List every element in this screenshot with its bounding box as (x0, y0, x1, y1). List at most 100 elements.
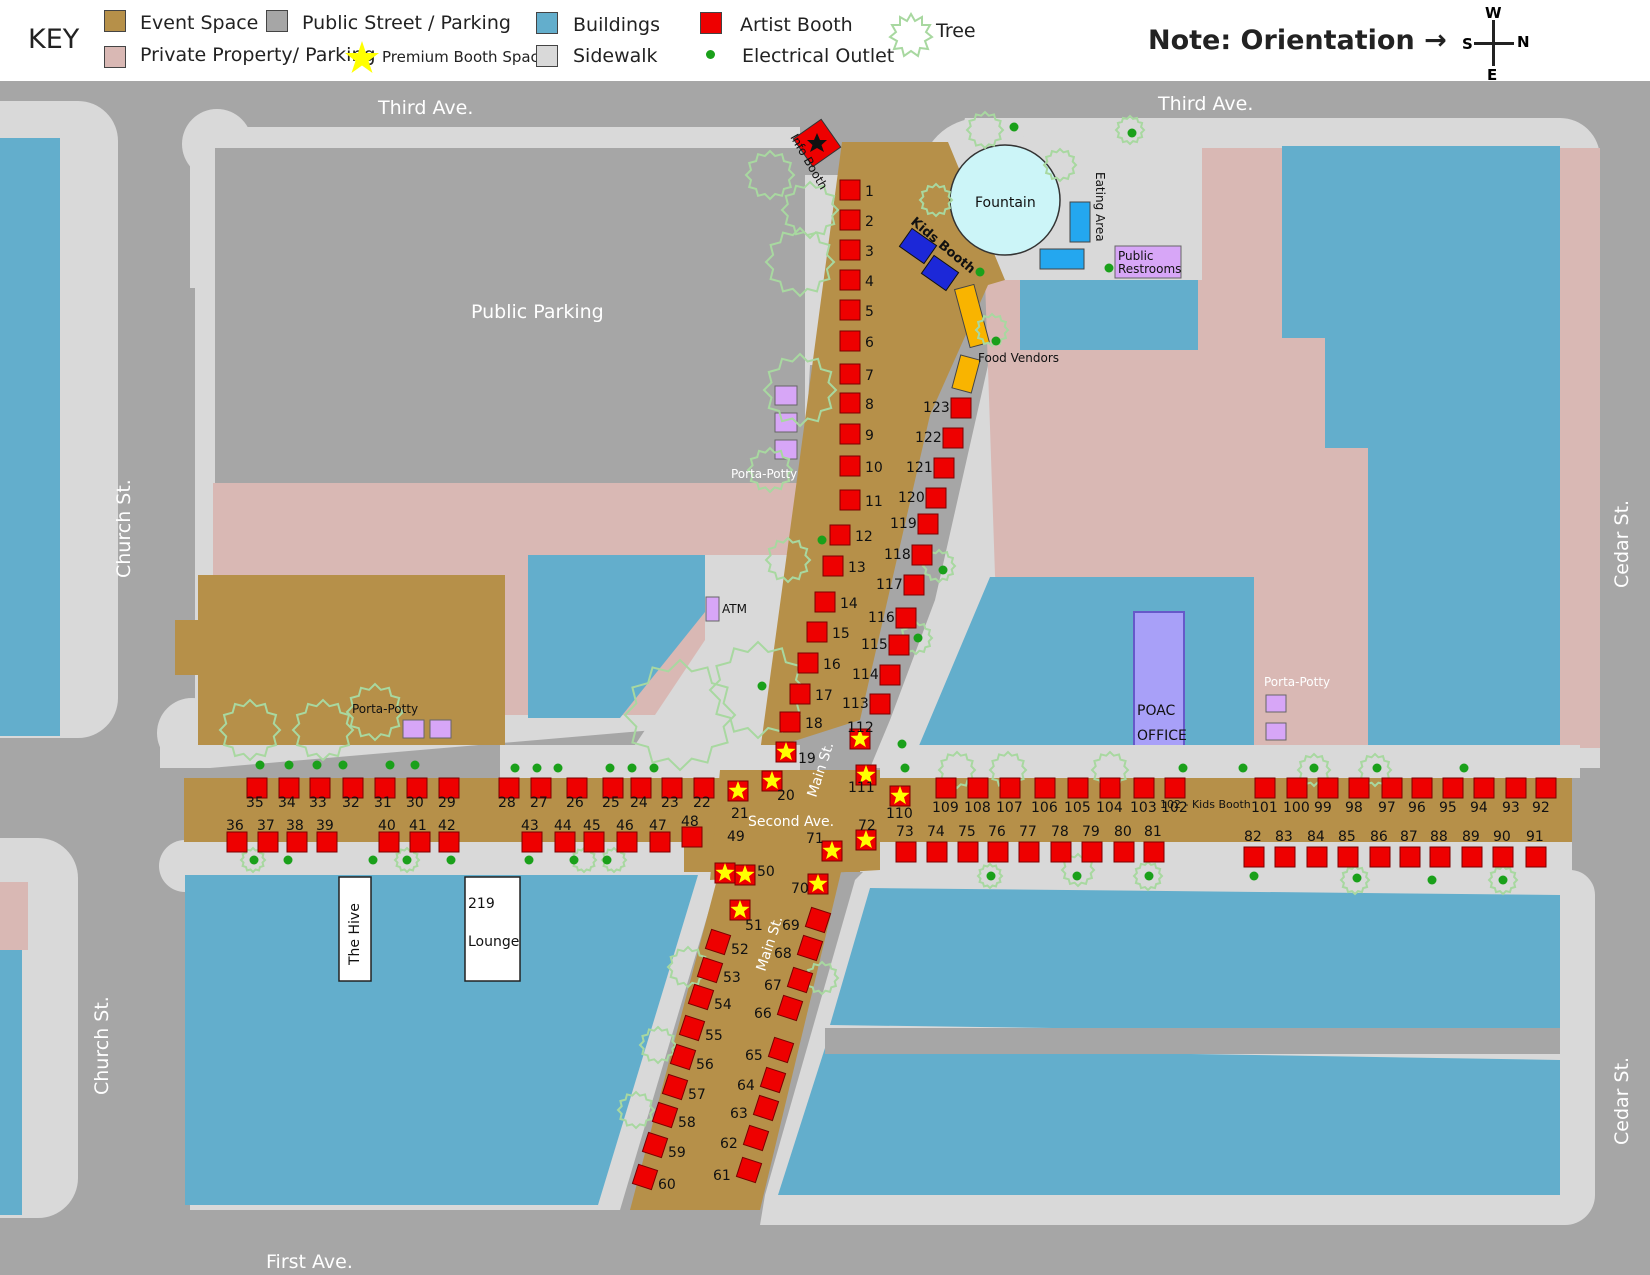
compass-n: N (1517, 33, 1530, 51)
cedar-st-lower-label: Cedar St. (1611, 1057, 1633, 1145)
booth-number: 83 (1275, 829, 1293, 845)
artist-booth-21: 21 (727, 780, 749, 822)
porta-potty-left-label: Porta-Potty (352, 702, 418, 716)
booth-square (950, 397, 972, 419)
booth-number: 11 (865, 494, 883, 510)
booth-square (1492, 846, 1514, 868)
booth-number: 18 (805, 716, 823, 732)
booth-number: 31 (374, 795, 392, 811)
booth-number: 109 (932, 800, 959, 816)
porta-potty-right-label: Porta-Potty (1264, 675, 1330, 689)
booth-square (616, 831, 638, 853)
artist-booth-106: 106 (1031, 777, 1058, 816)
booth-number: 74 (927, 824, 945, 840)
booth-square (814, 591, 836, 613)
artist-booth-84: 84 (1306, 829, 1328, 868)
booth-square (1113, 841, 1135, 863)
artist-booth-123: 123 (923, 397, 972, 419)
electrical-outlet-dot (602, 855, 612, 865)
booth-number: 110 (886, 806, 913, 822)
booth-number: 56 (696, 1057, 714, 1073)
booth-square (1505, 777, 1527, 799)
the-hive-label: The Hive (347, 903, 363, 966)
atm-label: ATM (722, 602, 747, 616)
electrical-outlet-dot (991, 336, 1001, 346)
booth-square (895, 841, 917, 863)
booth-square (957, 841, 979, 863)
booth-number: 47 (649, 818, 667, 834)
electrical-outlet-dot (1459, 763, 1469, 773)
booth-number: 62 (720, 1136, 738, 1152)
legend-sidewalk: Sidewalk (573, 45, 658, 67)
compass-s: S (1462, 35, 1473, 53)
booth-square (1081, 841, 1103, 863)
booth-number: 26 (566, 795, 584, 811)
porta-potty-right (1265, 722, 1287, 741)
booth-square (554, 831, 576, 853)
electrical-outlet-dot (569, 855, 579, 865)
booth-number: 105 (1064, 800, 1091, 816)
artist-booth-110: 110 (886, 785, 913, 822)
compass-horizontal-line (1474, 42, 1514, 45)
booth-square (1274, 846, 1296, 868)
booth-square (789, 683, 811, 705)
artist-booth-77: 77 (1018, 824, 1040, 863)
artist-booth-107: 107 (996, 777, 1023, 816)
orientation-note: Note: Orientation → (1148, 25, 1447, 56)
booth-square (911, 544, 933, 566)
booth-number: 71 (806, 831, 824, 847)
booth-number: 25 (602, 795, 620, 811)
artist-booth-108: 108 (964, 777, 991, 816)
electrical-outlet-dot (897, 739, 907, 749)
church-st-upper-label: Church St. (113, 479, 135, 578)
booth-number: 55 (705, 1028, 723, 1044)
booth-square (839, 299, 861, 321)
booth-square (829, 524, 851, 546)
artist-booth-100: 100 (1283, 777, 1310, 816)
electrical-outlet-dot (1238, 763, 1248, 773)
electrical-outlet-dot (649, 763, 659, 773)
lounge-219-building (464, 876, 521, 982)
booth-number: 63 (730, 1106, 748, 1122)
booth-number: 54 (714, 997, 732, 1013)
porta-potty-top (774, 439, 798, 460)
booth-square (1018, 841, 1040, 863)
booth-number: 80 (1114, 824, 1132, 840)
booth-square (839, 392, 861, 414)
booth-square (1399, 846, 1421, 868)
booth-square (967, 777, 989, 799)
legend-public-street: Public Street / Parking (302, 12, 511, 34)
artist-booth-85: 85 (1337, 829, 1359, 868)
northeast-building-upper-strip (1020, 280, 1198, 350)
porta-potty-left (402, 719, 425, 739)
electrical-outlet-dot (627, 763, 637, 773)
booth-number: 22 (693, 795, 711, 811)
booth-number: 50 (757, 864, 775, 880)
booth-square (1050, 841, 1072, 863)
booth-square (583, 831, 605, 853)
booth-number: 118 (884, 547, 911, 563)
booth-number: 84 (1307, 829, 1325, 845)
booth-number: 100 (1283, 800, 1310, 816)
booth-number: 48 (681, 814, 699, 830)
artist-booth-79: 79 (1081, 824, 1103, 863)
left-private-lower (0, 882, 28, 950)
left-building-lower (0, 950, 22, 1215)
booth-number: 112 (847, 720, 874, 736)
booth-number: 51 (745, 918, 763, 934)
artist-booth-114: 114 (852, 664, 901, 686)
booth-square (926, 841, 948, 863)
premium-star-icon (345, 41, 379, 73)
booth-square (903, 574, 925, 596)
eating-area-table (1069, 201, 1091, 243)
booth-number: 37 (257, 818, 275, 834)
artist-booth-105: 105 (1064, 777, 1091, 816)
northwest-event-space-strip (175, 620, 215, 675)
booth-square (1461, 846, 1483, 868)
booth-square (1317, 777, 1339, 799)
public-parking-label: Public Parking (471, 301, 604, 323)
artist-booth-87: 87 (1399, 829, 1421, 868)
booth-number: 114 (852, 667, 879, 683)
porta-potty-top (774, 385, 798, 406)
event-space-swatch (104, 10, 126, 32)
